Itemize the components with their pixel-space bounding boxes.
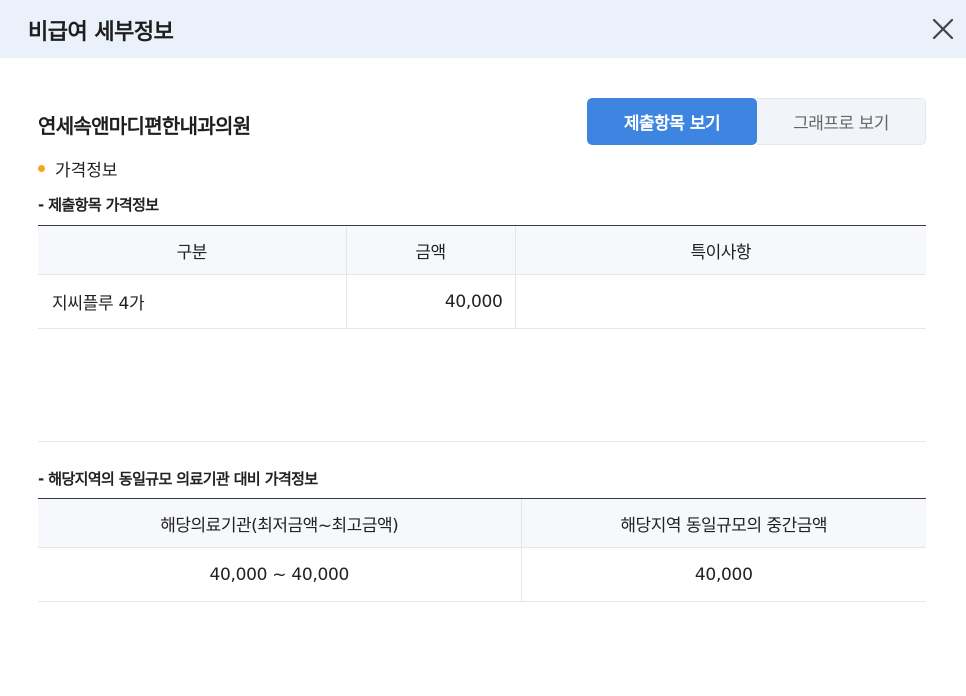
median-price-cell: 40,000 [520, 547, 926, 602]
table-header-row: 구분 금액 특이사항 [38, 225, 926, 275]
regional-price-table: 해당의료기관(최저금액~최고금액) 해당지역 동일규모의 중간금액 40,000… [38, 498, 926, 602]
column-header-range: 해당의료기관(최저금액~최고금액) [38, 498, 521, 548]
view-toggle: 제출항목 보기 그래프로 보기 [587, 98, 926, 145]
close-button[interactable] [926, 12, 960, 46]
item-name-cell: 지씨플루 4가 [38, 274, 346, 329]
column-header-median: 해당지역 동일규모의 중간금액 [520, 498, 926, 548]
item-amount-cell: 40,000 [345, 274, 515, 329]
submitted-price-heading: - 제출항목 가격정보 [38, 196, 159, 214]
graph-view-button[interactable]: 그래프로 보기 [757, 98, 926, 145]
bullet-icon [38, 165, 45, 172]
hospital-name: 연세속앤마디편한내과의원 [38, 114, 251, 138]
table-row: 40,000 ~ 40,000 40,000 [38, 547, 926, 602]
empty-table-area [38, 329, 926, 442]
submitted-price-table: 구분 금액 특이사항 지씨플루 4가 40,000 [38, 225, 926, 329]
item-note-cell [514, 274, 926, 329]
column-header-amount: 금액 [345, 225, 515, 275]
close-icon [932, 18, 954, 40]
price-range-cell: 40,000 ~ 40,000 [38, 547, 521, 602]
table-header-row: 해당의료기관(최저금액~최고금액) 해당지역 동일규모의 중간금액 [38, 498, 926, 548]
price-info-heading-label: 가격정보 [55, 161, 118, 181]
modal-title: 비급여 세부정보 [28, 20, 174, 45]
table-row: 지씨플루 4가 40,000 [38, 274, 926, 329]
non-covered-detail-modal: 비급여 세부정보 연세속앤마디편한내과의원 제출항목 보기 그래프로 보기 가격… [0, 0, 966, 696]
submitted-items-view-button[interactable]: 제출항목 보기 [587, 98, 757, 145]
column-header-note: 특이사항 [514, 225, 926, 275]
column-header-category: 구분 [38, 225, 346, 275]
price-info-heading: 가격정보 [38, 156, 118, 181]
regional-price-heading: - 해당지역의 동일규모 의료기관 대비 가격정보 [38, 470, 318, 488]
modal-header: 비급여 세부정보 [0, 0, 966, 58]
